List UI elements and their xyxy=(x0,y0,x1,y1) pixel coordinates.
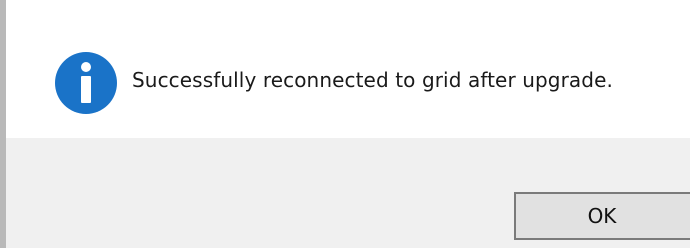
info-icon xyxy=(55,52,117,114)
dialog-content: Successfully reconnected to grid after u… xyxy=(6,0,690,138)
ok-button[interactable]: OK xyxy=(514,192,690,240)
dialog-message: Successfully reconnected to grid after u… xyxy=(132,68,613,92)
message-dialog: Successfully reconnected to grid after u… xyxy=(0,0,690,248)
dialog-footer: OK xyxy=(6,138,690,248)
